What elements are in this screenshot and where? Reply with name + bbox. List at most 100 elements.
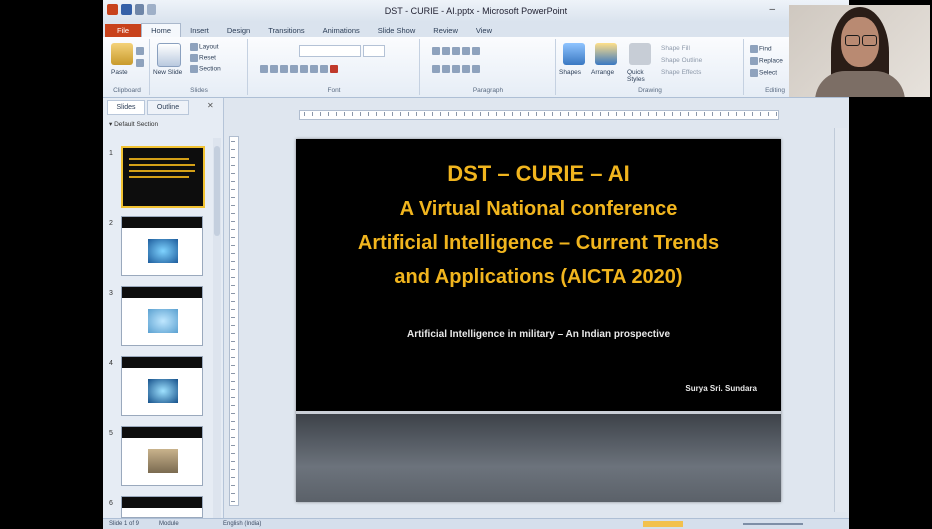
slides-pane-scrollbar[interactable]: [213, 138, 221, 518]
increase-indent-icon[interactable]: [462, 47, 470, 55]
slide-thumbnail-5[interactable]: [121, 426, 203, 486]
slide-title-line-2[interactable]: A Virtual National conference: [296, 199, 781, 219]
ruler-tick: [231, 453, 235, 454]
section-button[interactable]: Section: [189, 65, 221, 73]
section-label: Section: [199, 65, 221, 73]
find-label: Find: [759, 45, 772, 53]
ruler-tick: [768, 112, 769, 116]
minimize-button[interactable]: –: [769, 4, 775, 15]
strikethrough-icon[interactable]: [290, 65, 298, 73]
slide-title-line-4[interactable]: and Applications (AICTA 2020): [296, 267, 781, 287]
slide-thumbnail-1[interactable]: [121, 146, 205, 208]
font-name-input[interactable]: [299, 45, 361, 57]
slide-title-line-3[interactable]: Artificial Intelligence – Current Trends: [296, 233, 781, 253]
ruler-tick: [712, 112, 713, 116]
font-color-icon[interactable]: [330, 65, 338, 73]
italic-icon[interactable]: [270, 65, 278, 73]
zoom-slider[interactable]: [743, 523, 803, 525]
vertical-ruler[interactable]: [229, 136, 239, 506]
layout-label: Layout: [199, 43, 219, 51]
quick-styles-button[interactable]: Quick Styles: [627, 69, 655, 83]
justify-icon[interactable]: [462, 65, 470, 73]
arrange-button[interactable]: Arrange: [591, 69, 614, 76]
slide-subtitle[interactable]: Artificial Intelligence in military – An…: [296, 329, 781, 340]
slide-thumbnail-3[interactable]: [121, 286, 203, 346]
new-slide-button[interactable]: New Slide: [153, 69, 187, 76]
paragraph-top-buttons[interactable]: [431, 47, 481, 55]
shapes-button[interactable]: Shapes: [559, 69, 581, 76]
thumb-title-line: [129, 170, 195, 172]
font-size-input[interactable]: [363, 45, 385, 57]
paste-button[interactable]: Paste: [111, 69, 128, 76]
paste-icon[interactable]: [111, 43, 133, 65]
tab-animations[interactable]: Animations: [314, 24, 369, 37]
quick-styles-icon[interactable]: [629, 43, 651, 65]
tab-insert[interactable]: Insert: [181, 24, 218, 37]
new-slide-icon[interactable]: [157, 43, 181, 67]
thumb-image: [148, 449, 178, 473]
horizontal-ruler[interactable]: [299, 110, 779, 120]
line-spacing-icon[interactable]: [472, 47, 480, 55]
char-spacing-icon[interactable]: [310, 65, 318, 73]
group-label-slides: Slides: [190, 87, 208, 94]
bold-icon[interactable]: [260, 65, 268, 73]
slide-author[interactable]: Surya Sri. Sundara: [685, 384, 757, 393]
scrollbar-thumb[interactable]: [214, 146, 220, 236]
ruler-tick: [608, 112, 609, 116]
arrange-icon[interactable]: [595, 43, 617, 65]
tab-outline[interactable]: Outline: [147, 100, 189, 115]
slide-thumbnail-6[interactable]: [121, 496, 203, 518]
theme-name: Module: [159, 521, 179, 527]
binoculars-icon: [750, 45, 758, 53]
tab-transitions[interactable]: Transitions: [259, 24, 313, 37]
ruler-tick: [320, 112, 321, 116]
shape-effects-button[interactable]: Shape Effects: [661, 69, 701, 76]
numbering-icon[interactable]: [442, 47, 450, 55]
shadow-icon[interactable]: [300, 65, 308, 73]
tab-review[interactable]: Review: [424, 24, 467, 37]
group-label-clipboard: Clipboard: [113, 87, 141, 94]
font-format-buttons[interactable]: [259, 65, 339, 73]
tab-file[interactable]: File: [105, 24, 142, 37]
reset-button[interactable]: Reset: [189, 54, 216, 62]
thumb-title-line: [129, 176, 189, 178]
paragraph-bottom-buttons[interactable]: [431, 65, 481, 73]
align-center-icon[interactable]: [442, 65, 450, 73]
align-left-icon[interactable]: [432, 65, 440, 73]
shape-outline-button[interactable]: Shape Outline: [661, 57, 702, 64]
decrease-indent-icon[interactable]: [452, 47, 460, 55]
group-label-font: Font: [327, 87, 341, 94]
slide-thumbnail-4[interactable]: [121, 356, 203, 416]
group-label-paragraph: Paragraph: [472, 87, 504, 94]
slide-title-line-1[interactable]: DST – CURIE – AI: [296, 163, 781, 185]
tab-slides[interactable]: Slides: [107, 100, 145, 115]
columns-icon[interactable]: [472, 65, 480, 73]
find-button[interactable]: Find: [749, 45, 772, 53]
tab-view[interactable]: View: [467, 24, 501, 37]
section-icon: [190, 65, 198, 73]
align-right-icon[interactable]: [452, 65, 460, 73]
shape-fill-button[interactable]: Shape Fill: [661, 45, 690, 52]
view-buttons[interactable]: [643, 521, 683, 527]
status-bar: Slide 1 of 9 Module English (India): [103, 518, 849, 529]
ruler-tick: [328, 112, 329, 116]
cut-icon[interactable]: [135, 47, 145, 55]
ruler-tick: [704, 112, 705, 116]
select-button[interactable]: Select: [749, 69, 777, 77]
underline-icon[interactable]: [280, 65, 288, 73]
close-pane-icon[interactable]: ✕: [207, 101, 214, 110]
bullets-icon[interactable]: [432, 47, 440, 55]
language-indicator[interactable]: English (India): [223, 521, 261, 527]
tab-home[interactable]: Home: [141, 23, 182, 37]
slide-vertical-scrollbar[interactable]: [834, 128, 847, 512]
copy-icon[interactable]: [135, 59, 145, 67]
tab-design[interactable]: Design: [218, 24, 259, 37]
slide-thumbnail-2[interactable]: [121, 216, 203, 276]
slide-canvas[interactable]: DST – CURIE – AI A Virtual National conf…: [296, 139, 781, 502]
layout-button[interactable]: Layout: [189, 43, 219, 51]
change-case-icon[interactable]: [320, 65, 328, 73]
section-header[interactable]: ▾ Default Section: [109, 120, 158, 128]
shapes-icon[interactable]: [563, 43, 585, 65]
replace-button[interactable]: Replace: [749, 57, 783, 65]
tab-slide-show[interactable]: Slide Show: [369, 24, 425, 37]
